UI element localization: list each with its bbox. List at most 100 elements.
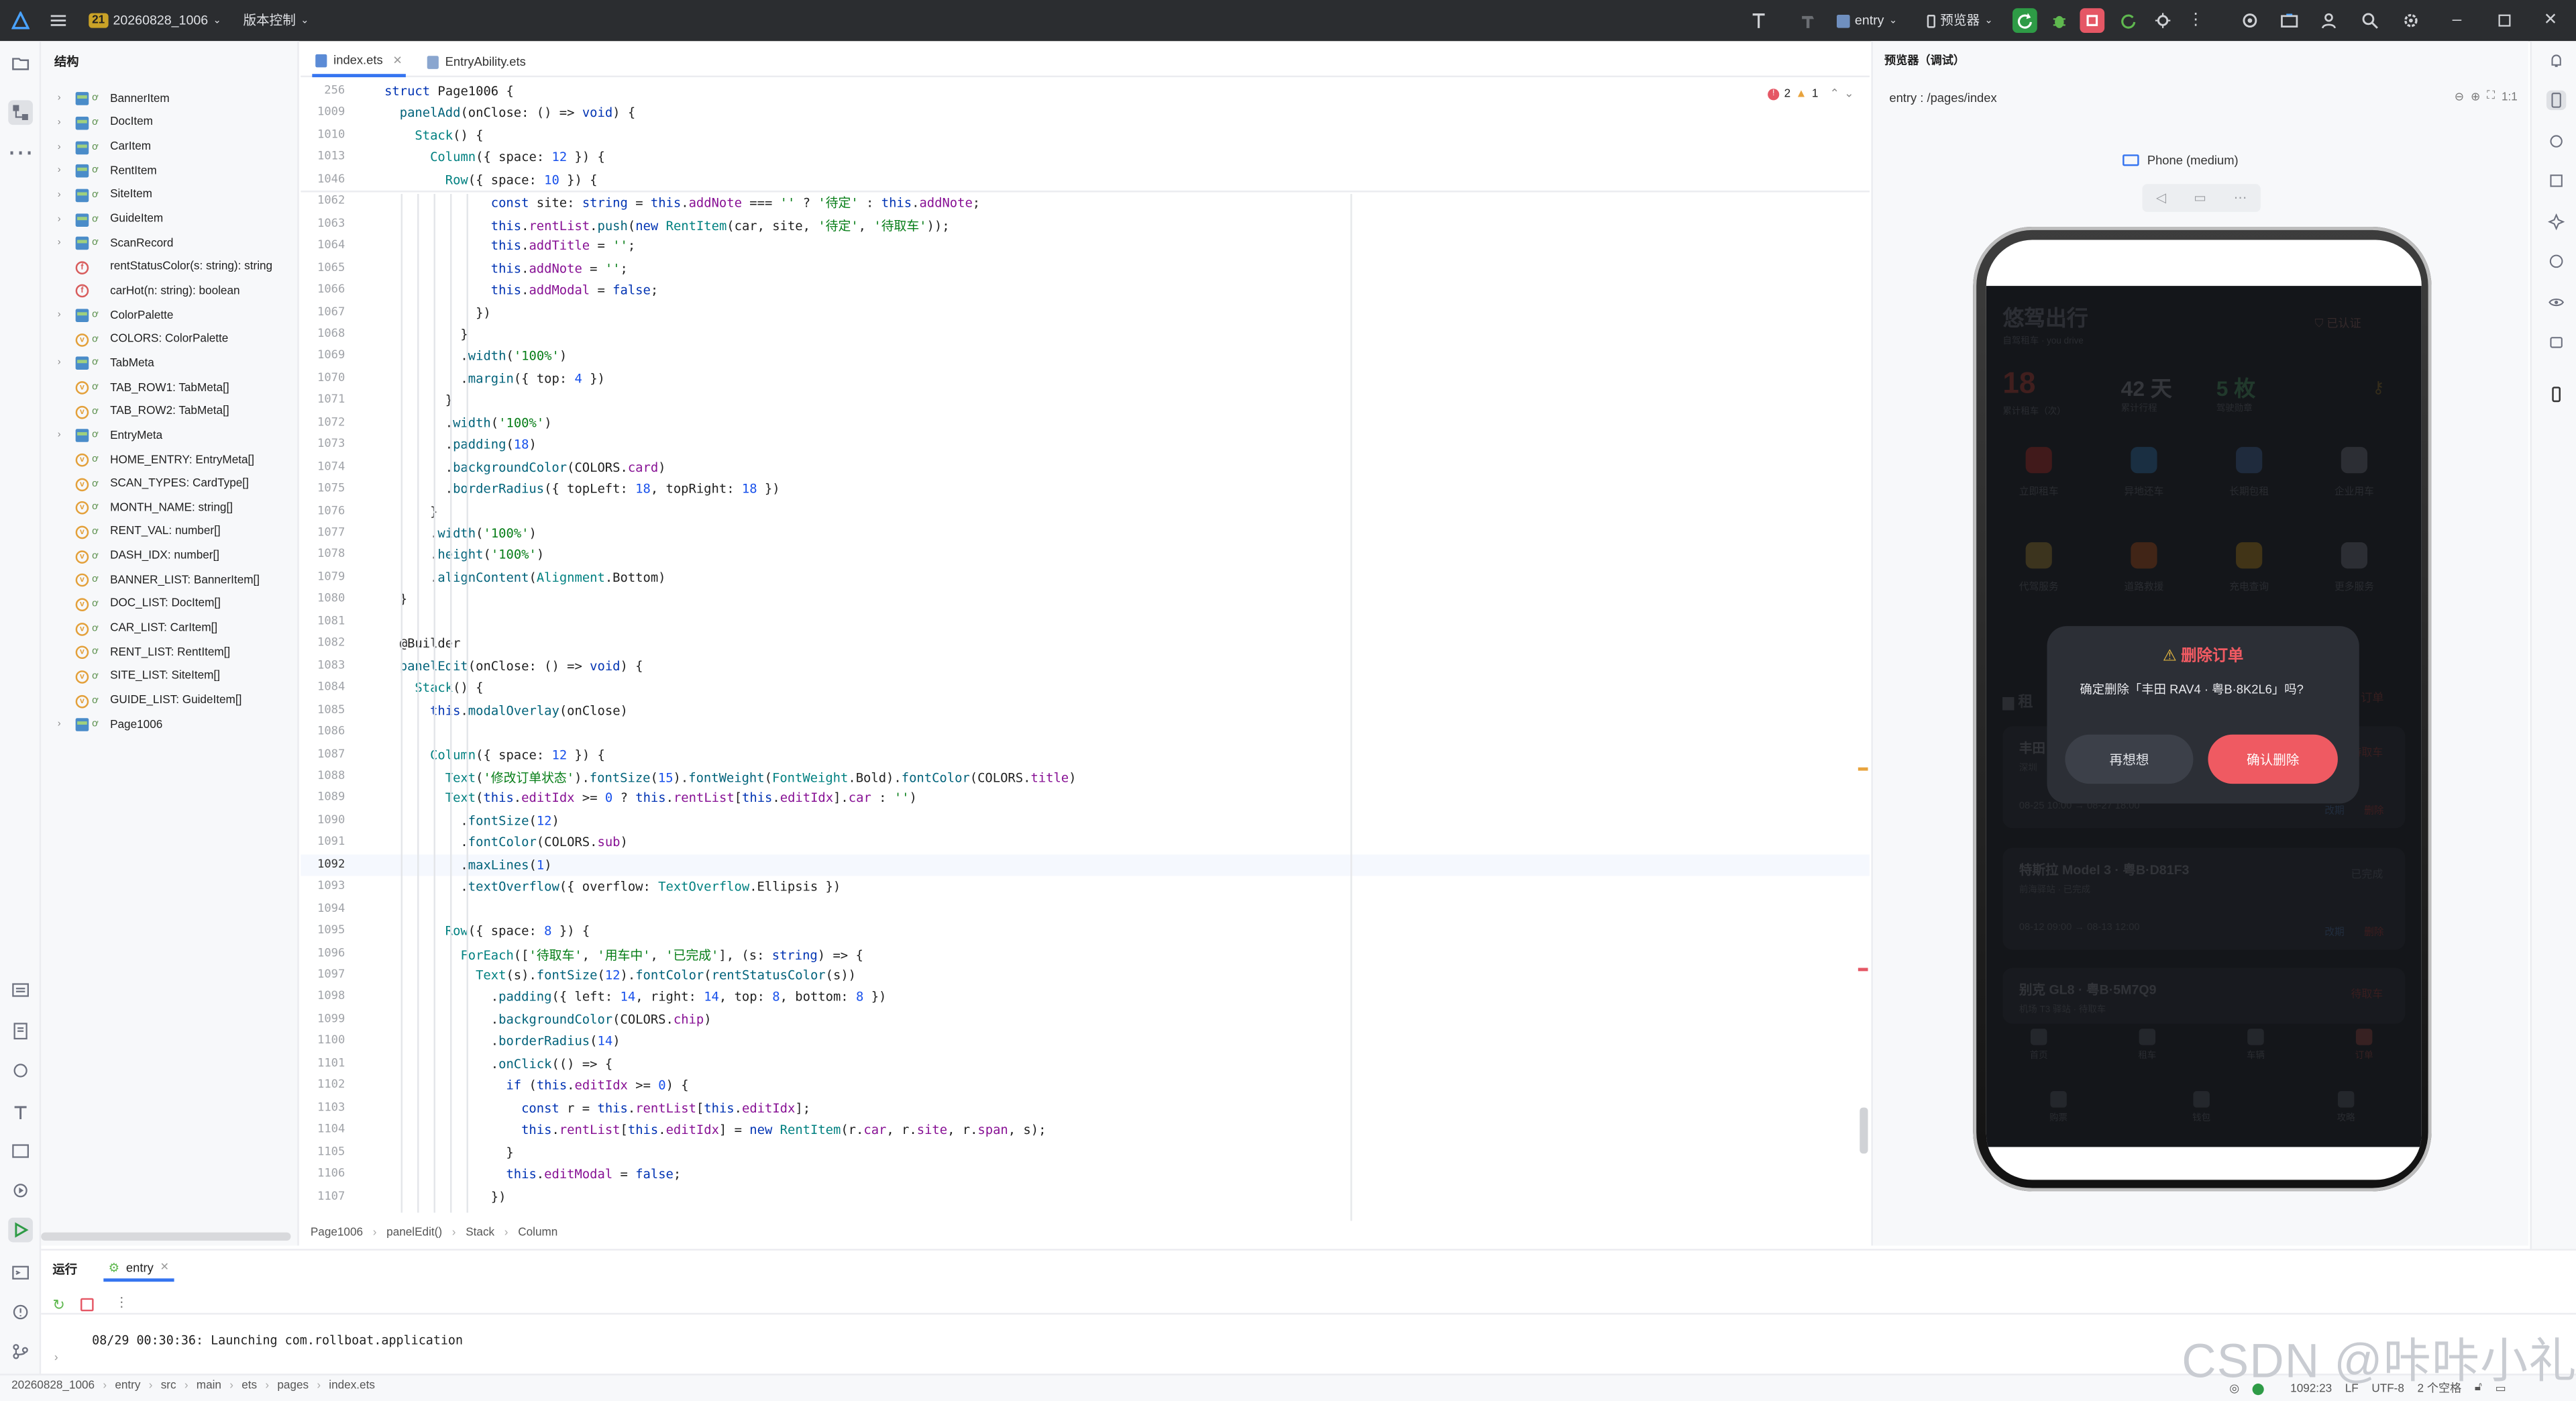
rerun-icon[interactable]: ↻ <box>52 1296 64 1314</box>
editor-vertical-scrollbar[interactable] <box>1860 1107 1868 1154</box>
problems-warning-icon[interactable] <box>8 1300 33 1325</box>
terminal-icon[interactable] <box>8 1260 33 1285</box>
code-line[interactable]: .width('100%') <box>384 526 537 541</box>
sticky-code-line[interactable]: struct Page1006 { <box>384 84 514 99</box>
code-editor[interactable]: ! 2 ▲ 1 ⌃ ⌄ 256 struct Page1006 {1009 pan… <box>301 79 1870 1221</box>
code-line[interactable]: } <box>384 1145 513 1159</box>
line-number[interactable]: 1100 <box>301 1034 345 1047</box>
sticky-code-line[interactable]: Stack() { <box>384 128 483 143</box>
code-line[interactable]: this.addNote = ''; <box>384 260 628 275</box>
structure-item[interactable]: v ơ CAR_LIST: CarItem[] <box>41 617 299 641</box>
vcs-menu[interactable]: 版本控制 ⌄ <box>243 0 309 41</box>
line-number[interactable]: 1072 <box>301 415 345 429</box>
structure-item[interactable]: › ơ DocItem <box>41 111 299 136</box>
breadcrumb-item[interactable]: Column <box>518 1227 557 1238</box>
structure-item[interactable]: › ơ TabMeta <box>41 352 299 376</box>
structure-item[interactable]: v ơ DASH_IDX: number[] <box>41 544 299 568</box>
breadcrumb-item[interactable]: Stack <box>466 1227 494 1238</box>
line-number[interactable]: 1102 <box>301 1078 345 1092</box>
line-number[interactable]: 1090 <box>301 813 345 827</box>
back-icon[interactable]: ◁ <box>2156 191 2166 205</box>
line-number[interactable]: 1063 <box>301 217 345 230</box>
line-number[interactable]: 1075 <box>301 482 345 495</box>
path-segment[interactable]: index.ets <box>329 1380 375 1392</box>
line-number[interactable]: 1086 <box>301 725 345 738</box>
project-folder-icon[interactable] <box>8 51 33 76</box>
line-number[interactable]: 1081 <box>301 614 345 627</box>
path-segment[interactable]: ets <box>241 1380 257 1392</box>
structure-item[interactable]: › ơ EntryMeta <box>41 424 299 448</box>
code-line[interactable]: this.addModal = false; <box>384 282 658 297</box>
path-segment[interactable]: pages <box>277 1380 309 1392</box>
line-number[interactable]: 1013 <box>301 150 345 164</box>
profiler-icon[interactable] <box>2151 8 2176 33</box>
line-number[interactable]: 1101 <box>301 1056 345 1070</box>
line-number[interactable]: 1095 <box>301 924 345 937</box>
breadcrumb-item[interactable]: panelEdit() <box>386 1227 442 1238</box>
code-line[interactable]: if (this.editIdx >= 0) { <box>384 1078 688 1093</box>
sticky-code-line[interactable]: Column({ space: 12 }) { <box>384 150 605 165</box>
structure-item[interactable]: › ơ Page1006 <box>41 713 299 737</box>
code-line[interactable]: .textOverflow({ overflow: TextOverflow.E… <box>384 880 841 894</box>
line-number[interactable]: 1073 <box>301 437 345 451</box>
code-line[interactable]: @Builder <box>384 636 461 651</box>
structure-icon[interactable] <box>8 100 33 125</box>
line-number[interactable]: 1097 <box>301 968 345 981</box>
line-number[interactable]: 1010 <box>301 128 345 142</box>
chevron-right-icon[interactable]: › <box>58 239 61 249</box>
line-number[interactable]: 1088 <box>301 769 345 782</box>
maximize-icon[interactable] <box>2492 8 2517 33</box>
structure-item[interactable]: › ơ SiteItem <box>41 183 299 207</box>
structure-item[interactable]: › ơ ColorPalette <box>41 304 299 328</box>
path-segment[interactable]: main <box>197 1380 221 1392</box>
codelinter-icon[interactable] <box>2546 252 2566 271</box>
line-number[interactable]: 1009 <box>301 106 345 119</box>
zoom-in-icon[interactable]: ⊕ <box>2471 91 2480 103</box>
structure-horizontal-scrollbar[interactable] <box>41 1232 291 1241</box>
structure-item[interactable]: f rentStatusColor(s: string): string <box>41 256 299 280</box>
structure-item[interactable]: v ơ MONTH_NAME: string[] <box>41 497 299 521</box>
chevron-right-icon[interactable]: › <box>58 142 61 152</box>
account-icon[interactable] <box>2316 8 2341 33</box>
line-number[interactable]: 1104 <box>301 1123 345 1136</box>
zoom-out-icon[interactable]: ⊖ <box>2455 91 2464 103</box>
search-icon[interactable] <box>2357 8 2382 33</box>
line-number[interactable]: 1089 <box>301 791 345 805</box>
path-segment[interactable]: entry <box>115 1380 140 1392</box>
line-number[interactable]: 1093 <box>301 880 345 893</box>
run-tab-entry[interactable]: ⚙ entry ✕ <box>103 1255 174 1282</box>
warning-stripe-marker[interactable] <box>1858 767 1868 770</box>
apply-changes-icon[interactable] <box>2116 8 2141 33</box>
code-line[interactable]: .fontSize(12) <box>384 813 559 828</box>
chevron-down-icon[interactable]: ⌄ <box>1844 87 1854 100</box>
structure-item[interactable]: › ơ CarItem <box>41 136 299 160</box>
line-number[interactable]: 1094 <box>301 902 345 915</box>
chevron-right-icon[interactable]: › <box>58 431 61 442</box>
line-number[interactable]: 1064 <box>301 238 345 252</box>
services-icon[interactable] <box>8 1058 33 1083</box>
code-line[interactable]: Row({ space: 8 }) { <box>384 924 590 939</box>
main-menu-icon[interactable] <box>49 0 67 41</box>
line-number[interactable]: 1092 <box>301 858 345 871</box>
line-number[interactable]: 1085 <box>301 703 345 716</box>
structure-item[interactable]: v ơ RENT_LIST: RentItem[] <box>41 641 299 665</box>
tab-index-ets[interactable]: index.ets ✕ <box>312 46 406 78</box>
robot-icon[interactable] <box>2546 332 2566 352</box>
line-number[interactable]: 1082 <box>301 636 345 650</box>
structure-item[interactable]: v ơ TAB_ROW1: TabMeta[] <box>41 376 299 400</box>
device-manager-icon[interactable] <box>2277 8 2302 33</box>
code-line[interactable]: .backgroundColor(COLORS.card) <box>384 460 666 474</box>
code-line[interactable]: .fontColor(COLORS.sub) <box>384 835 627 850</box>
error-stripe-marker[interactable] <box>1858 968 1868 971</box>
structure-item[interactable]: v ơ COLORS: ColorPalette <box>41 328 299 352</box>
more-tools-icon[interactable]: ⋯ <box>7 139 34 167</box>
problems-icon[interactable] <box>8 1139 33 1163</box>
line-number[interactable]: 1099 <box>301 1012 345 1025</box>
code-line[interactable]: this.modalOverlay(onClose) <box>384 703 628 717</box>
line-number[interactable]: 1070 <box>301 371 345 384</box>
project-switcher[interactable]: 21 20260828_1006 ⌄ <box>89 0 221 41</box>
line-number[interactable]: 1076 <box>301 504 345 517</box>
zoom-label[interactable]: 1:1 <box>2502 91 2518 103</box>
code-line[interactable]: ForEach(['待取车', '用车中', '已完成'], (s: strin… <box>384 946 863 964</box>
stop-icon[interactable] <box>80 1298 94 1312</box>
